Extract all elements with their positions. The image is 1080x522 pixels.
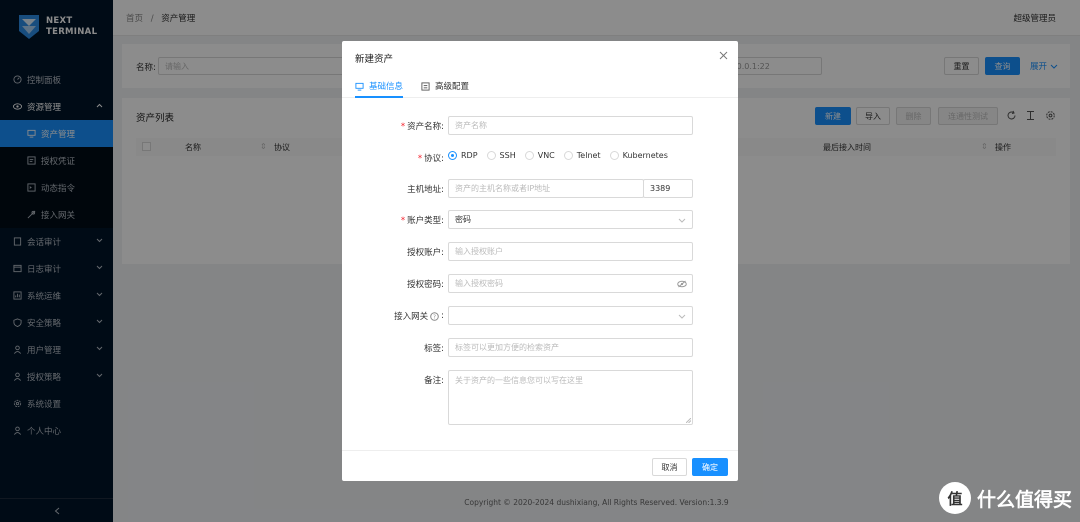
radio-circle xyxy=(524,151,534,160)
tab-ink-bar xyxy=(355,96,403,98)
tab-label: 高级配置 xyxy=(435,82,470,92)
auth-account-label: 授权账户: xyxy=(407,248,444,258)
notes-placeholder: 关于资产的一些信息您可以写在这里 xyxy=(455,376,583,385)
tags-label: 标签: xyxy=(424,344,444,354)
radio-vnc[interactable]: VNC xyxy=(524,151,555,160)
chevron-down-icon xyxy=(678,218,686,223)
chevron-down-icon xyxy=(678,314,686,319)
radio-circle xyxy=(563,151,573,160)
tab-advanced-config[interactable]: 高级配置 xyxy=(421,80,469,92)
tags-input[interactable]: 标签可以更加方便的检索资产 xyxy=(448,338,693,357)
close-icon[interactable] xyxy=(719,51,728,60)
auth-password-input[interactable]: 输入授权密码 xyxy=(448,274,693,293)
cancel-button[interactable]: 取消 xyxy=(652,458,687,476)
tab-label: 基础信息 xyxy=(369,82,404,92)
radio-telnet[interactable]: Telnet xyxy=(563,151,601,160)
settings-box-icon xyxy=(421,81,430,91)
protocol-label: * 协议: xyxy=(417,154,444,164)
radio-circle xyxy=(486,151,496,160)
asset-name-input[interactable]: 资产名称 xyxy=(448,116,693,135)
notes-label: 备注: xyxy=(424,376,444,386)
question-circle-icon[interactable]: ? xyxy=(430,311,439,321)
ok-button[interactable]: 确定 xyxy=(692,458,728,476)
auth-password-label: 授权密码: xyxy=(407,280,444,290)
host-label: 主机地址: xyxy=(407,185,444,195)
new-asset-modal: 新建资产 基础信息 高级配置 * 资产名称: 资产名称 * 协议: RDP SSH … xyxy=(342,41,738,481)
account-type-value: 密码 xyxy=(455,215,471,224)
password-placeholder: 输入授权密码 xyxy=(455,279,503,288)
tab-basic-info[interactable]: 基础信息 xyxy=(355,80,403,92)
watermark-text: 什么值得买 xyxy=(976,488,1072,511)
smzdm-watermark: 值 什么值得买 xyxy=(938,482,1072,514)
modal-footer: 取消 确定 xyxy=(342,450,738,481)
radio-circle xyxy=(448,151,457,160)
account-type-select[interactable]: 密码 xyxy=(448,210,693,229)
protocol-radio-group: RDP SSH VNC Telnet Kubernetes xyxy=(448,151,677,160)
port-input[interactable]: 3389 xyxy=(643,179,693,198)
resize-handle-icon[interactable] xyxy=(686,418,691,423)
gateway-label: 接入网关 ? : xyxy=(394,311,444,322)
eye-invisible-icon[interactable] xyxy=(677,280,687,288)
modal-tabs: 基础信息 高级配置 xyxy=(342,74,738,98)
auth-account-input[interactable]: 输入授权账户 xyxy=(448,242,693,261)
svg-text:?: ? xyxy=(433,314,436,320)
desktop-icon xyxy=(355,82,364,91)
account-type-label: * 账户类型: xyxy=(400,216,444,226)
host-input[interactable]: 资产的主机名称或者IP地址 xyxy=(448,179,644,198)
radio-kubernetes[interactable]: Kubernetes xyxy=(609,151,668,160)
watermark-badge-icon: 值 xyxy=(938,482,971,514)
gateway-select[interactable] xyxy=(448,306,693,325)
modal-title: 新建资产 xyxy=(355,54,394,65)
radio-circle xyxy=(609,151,619,160)
notes-textarea[interactable]: 关于资产的一些信息您可以写在这里 xyxy=(448,370,693,425)
asset-name-label: * 资产名称: xyxy=(400,122,444,132)
radio-rdp[interactable]: RDP xyxy=(448,151,478,160)
radio-ssh[interactable]: SSH xyxy=(486,151,516,160)
